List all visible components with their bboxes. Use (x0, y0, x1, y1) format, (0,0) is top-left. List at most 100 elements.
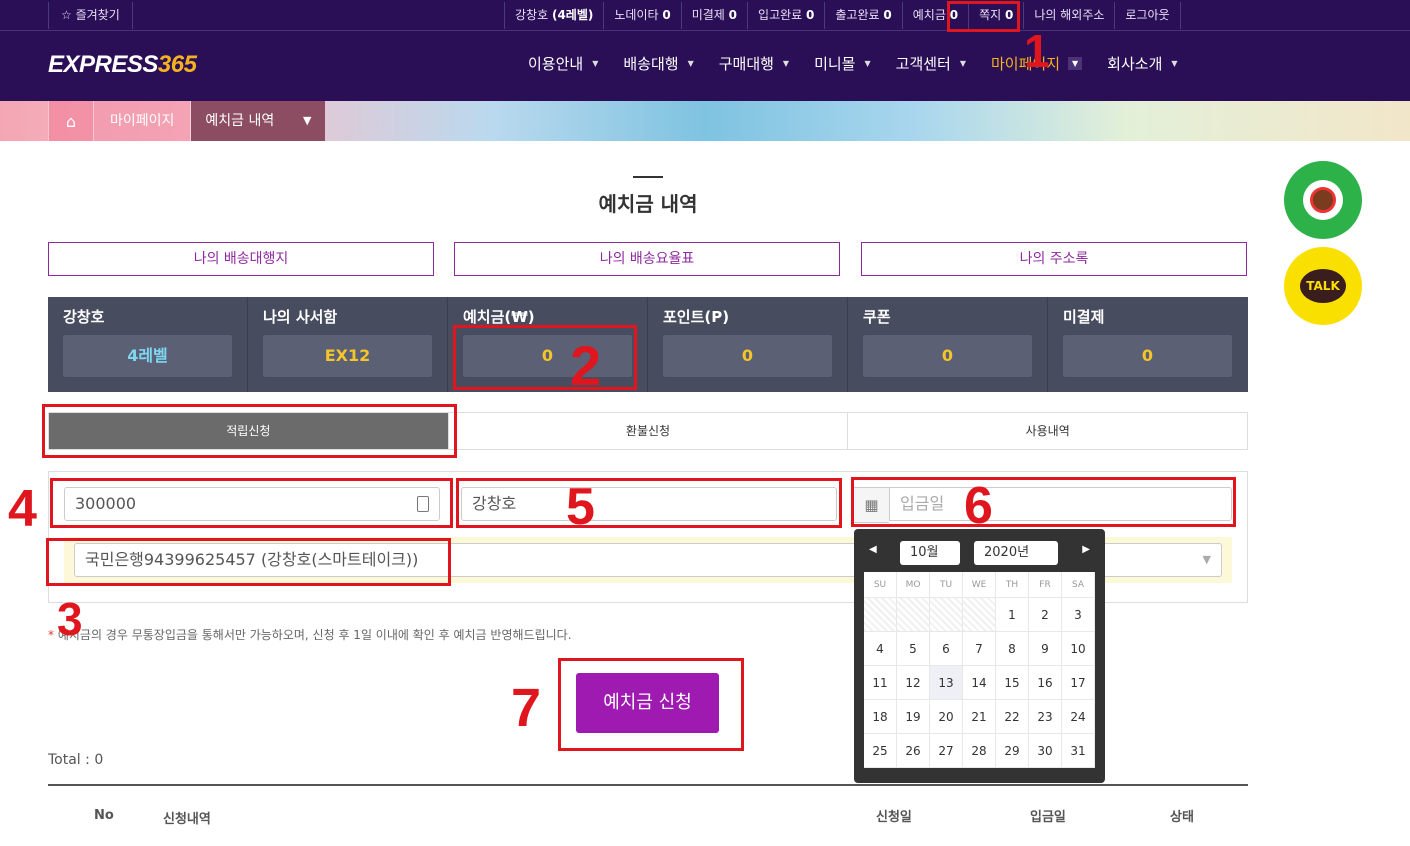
weekday-label: FR (1029, 572, 1062, 598)
day-cell[interactable]: 20 (930, 700, 963, 734)
col-status: 상태 (1170, 810, 1194, 825)
annotation-box-2 (453, 325, 637, 390)
top-link-unpaid[interactable]: 미결제 0 (680, 2, 747, 29)
my-address-book-button[interactable]: 나의 주소록 (861, 242, 1247, 276)
empty-day-cell (864, 598, 897, 632)
day-cell[interactable]: 14 (963, 666, 996, 700)
next-month-icon[interactable]: ▶ (1082, 544, 1090, 555)
day-cell[interactable]: 23 (1029, 700, 1062, 734)
day-cell[interactable]: 6 (930, 632, 963, 666)
day-cell[interactable]: 31 (1062, 734, 1095, 768)
favorites-link[interactable]: ☆ 즐겨찾기 (48, 2, 133, 29)
weekday-label: SA (1062, 572, 1095, 598)
summary-value: 0 (1063, 335, 1232, 377)
year-select[interactable]: 2020년 (974, 541, 1058, 565)
breadcrumb-current-dropdown[interactable]: 예치금 내역 ▼ (191, 101, 326, 141)
tab-refund-request[interactable]: 환불신청 (448, 413, 849, 449)
empty-day-cell (963, 598, 996, 632)
day-cell[interactable]: 16 (1029, 666, 1062, 700)
prev-month-icon[interactable]: ◀ (869, 544, 877, 555)
weekday-label: SU (864, 572, 897, 598)
day-cell[interactable]: 12 (897, 666, 930, 700)
top-link-shipped[interactable]: 출고완료 0 (824, 2, 901, 29)
summary-value: 4레벨 (63, 335, 232, 377)
day-cell[interactable]: 30 (1029, 734, 1062, 768)
home-icon[interactable]: ⌂ (48, 101, 94, 141)
summary-label: 미결제 (1063, 308, 1105, 326)
coffee-chat-icon[interactable] (1284, 161, 1362, 239)
my-shipping-address-button[interactable]: 나의 배송대행지 (48, 242, 434, 276)
month-select[interactable]: 10월 (900, 541, 960, 565)
day-cell[interactable]: 4 (864, 632, 897, 666)
chevron-down-icon: ▼ (1068, 57, 1083, 70)
chevron-down-icon: ▼ (959, 59, 966, 68)
deposit-notice: * 예치금의 경우 무통장입금을 통해서만 가능하오며, 신청 후 1일 이내에… (48, 628, 572, 642)
day-cell[interactable]: 19 (897, 700, 930, 734)
annotation-number-5: 5 (566, 478, 595, 536)
main-nav: 이용안내 ▼ 배송대행 ▼ 구매대행 ▼ 미니몰 ▼ 고객센터 ▼ 마이페이지 ▼ 회사소개… (528, 53, 1203, 74)
day-cell[interactable]: 29 (996, 734, 1029, 768)
summary-value: EX12 (263, 335, 432, 377)
day-cell[interactable]: 22 (996, 700, 1029, 734)
breadcrumb: ⌂ 마이페이지 예치금 내역 ▼ (48, 101, 326, 141)
day-cell[interactable]: 28 (963, 734, 996, 768)
nav-item-shipping[interactable]: 배송대행 ▼ (623, 53, 693, 74)
day-cell[interactable]: 3 (1062, 598, 1095, 632)
top-link-nodata[interactable]: 노데이타 0 (603, 2, 680, 29)
my-shipping-rates-button[interactable]: 나의 배송요율표 (454, 242, 840, 276)
summary-label: 예치금(₩) (463, 308, 535, 326)
summary-value: 0 (663, 335, 832, 377)
top-link-logout[interactable]: 로그아웃 (1114, 2, 1181, 29)
title-accent-line (633, 176, 663, 178)
top-link-received[interactable]: 입고완료 0 (747, 2, 824, 29)
day-cell[interactable]: 25 (864, 734, 897, 768)
day-cell[interactable]: 17 (1062, 666, 1095, 700)
caret-down-icon: ▼ (302, 114, 312, 127)
breadcrumb-mypage[interactable]: 마이페이지 (94, 101, 192, 141)
day-cell[interactable]: 27 (930, 734, 963, 768)
day-cell[interactable]: 9 (1029, 632, 1062, 666)
col-no: No (94, 808, 114, 823)
summary-mailbox: 나의 사서함 EX12 (248, 297, 448, 392)
summary-coupons: 쿠폰 0 (848, 297, 1048, 392)
day-cell[interactable]: 10 (1062, 632, 1095, 666)
day-cell[interactable]: 8 (996, 632, 1029, 666)
table-header-line (48, 784, 1248, 786)
nav-item-support[interactable]: 고객센터 ▼ (896, 53, 966, 74)
page-title: 예치금 내역 (598, 192, 698, 216)
chevron-down-icon: ▼ (782, 59, 790, 68)
annotation-box-7 (558, 658, 744, 751)
site-logo[interactable]: EXPRESS365 (48, 51, 197, 79)
empty-day-cell (897, 598, 930, 632)
nav-item-purchase[interactable]: 구매대행 ▼ (719, 53, 789, 74)
day-cell[interactable]: 15 (996, 666, 1029, 700)
day-cell[interactable]: 18 (864, 700, 897, 734)
nav-item-minimall[interactable]: 미니몰 ▼ (814, 53, 871, 74)
chevron-down-icon: ▼ (1202, 553, 1211, 566)
day-cell[interactable]: 11 (864, 666, 897, 700)
day-cell[interactable]: 2 (1029, 598, 1062, 632)
top-link-user[interactable]: 강창호 (4레벨) (504, 2, 603, 29)
top-links: 강창호 (4레벨) 노데이타 0 미결제 0 입고완료 0 출고완료 0 예치금… (504, 2, 1181, 29)
day-cell[interactable]: 7 (963, 632, 996, 666)
talk-bubble: TALK (1300, 269, 1346, 303)
day-cell[interactable]: 21 (963, 700, 996, 734)
breadcrumb-banner: ⌂ 마이페이지 예치금 내역 ▼ (0, 101, 1410, 141)
day-cell[interactable]: 24 (1062, 700, 1095, 734)
kakao-talk-icon[interactable]: TALK (1284, 247, 1362, 325)
date-picker: ◀ 10월 2020년 ▶ SU MO TU WE TH FR SA 1 2 3 4 5 6 7 8 9 10 1… (854, 529, 1105, 783)
summary-label: 포인트(P) (663, 308, 730, 326)
day-cell[interactable]: 1 (996, 598, 1029, 632)
summary-label: 강창호 (63, 308, 105, 326)
day-cell[interactable]: 26 (897, 734, 930, 768)
annotation-number-2: 2 (570, 334, 602, 397)
day-cell[interactable]: 5 (897, 632, 930, 666)
annotation-number-6: 6 (964, 477, 993, 535)
annotation-number-7: 7 (511, 678, 542, 738)
nav-item-company[interactable]: 회사소개 ▼ (1107, 53, 1177, 74)
nav-item-guide[interactable]: 이용안내 ▼ (528, 53, 598, 74)
tab-usage-history[interactable]: 사용내역 (848, 413, 1248, 449)
annotation-box-3 (46, 538, 451, 586)
day-cell[interactable]: 13 (930, 666, 963, 700)
annotation-number-4: 4 (8, 480, 37, 538)
